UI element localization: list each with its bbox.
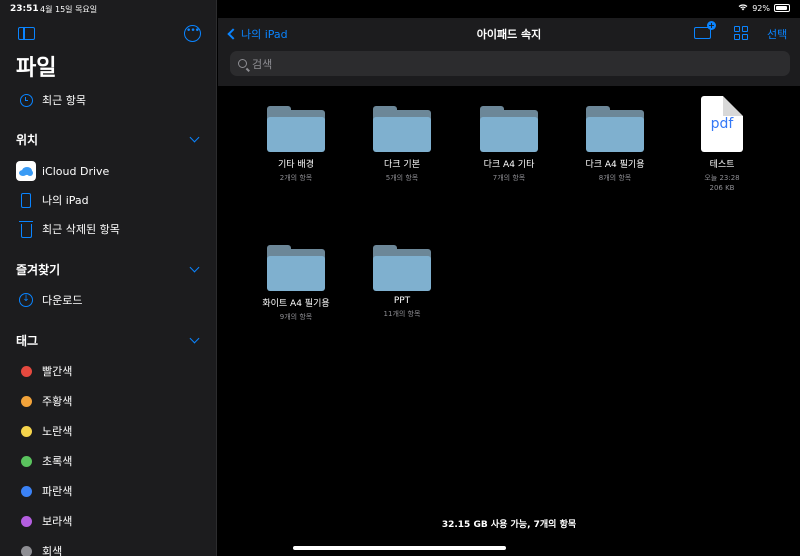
search-input[interactable]: 검색: [230, 51, 790, 76]
wifi-icon: [738, 3, 748, 13]
sidebar-item-recently-deleted[interactable]: 최근 삭제된 항목: [16, 219, 120, 239]
chevron-down-icon[interactable]: [189, 132, 200, 143]
new-folder-icon[interactable]: [694, 21, 716, 39]
folder-icon: [586, 106, 644, 152]
sidebar-item-tag[interactable]: 초록색: [16, 451, 72, 471]
sidebar-item-tag[interactable]: 빨간색: [16, 361, 72, 381]
sidebar-item-tag[interactable]: 파란색: [16, 481, 72, 501]
pdf-file-icon: pdf: [701, 96, 743, 152]
sidebar-item-downloads[interactable]: ↓ 다운로드: [16, 290, 82, 310]
battery-percent: 92%: [752, 3, 770, 13]
sidebar-item-tag[interactable]: 주황색: [16, 391, 72, 411]
item-date: 오늘 23:28: [704, 174, 740, 182]
item-count: 11개의 항목: [383, 310, 421, 318]
select-button[interactable]: 선택: [767, 26, 787, 42]
folder-item[interactable]: PPT 11개의 항목: [352, 245, 452, 319]
status-date: 4월 15일 목요일: [40, 5, 98, 14]
sidebar-item-label: 나의 iPad: [42, 194, 89, 207]
section-header-tags[interactable]: 태그: [16, 332, 38, 349]
storage-summary: 32.15 GB 사용 가능, 7개의 항목: [441, 520, 577, 530]
sidebar-item-tag[interactable]: 노란색: [16, 421, 72, 441]
grid-view-icon[interactable]: [734, 26, 748, 40]
folder-item[interactable]: 다크 A4 기타 7개의 항목: [459, 106, 559, 183]
item-name: PPT: [393, 296, 411, 306]
item-name: 테스트: [709, 160, 735, 170]
folder-item[interactable]: 화이트 A4 필기용 9개의 항목: [246, 245, 346, 322]
item-name: 다크 A4 필기용: [585, 160, 645, 170]
battery-icon: [774, 4, 790, 12]
download-icon: ↓: [19, 293, 33, 307]
sidebar-item-label: 주황색: [42, 395, 73, 408]
sidebar-item-tag[interactable]: 회색: [16, 541, 62, 556]
file-item[interactable]: pdf 테스트 오늘 23:28 206 KB: [672, 96, 772, 192]
item-count: 8개의 항목: [598, 174, 632, 182]
folder-icon: [373, 106, 431, 152]
section-header-favorites[interactable]: 즐겨찾기: [16, 261, 60, 278]
home-indicator[interactable]: [293, 546, 506, 550]
search-placeholder: 검색: [252, 57, 273, 71]
main-content: 92% 나의 iPad 아이패드 속지 선택 검색 기타 배경 2개의 항목 다…: [218, 0, 800, 556]
sidebar-item-my-ipad[interactable]: 나의 iPad: [16, 190, 89, 210]
folder-item[interactable]: 기타 배경 2개의 항목: [246, 106, 346, 183]
sidebar-item-label: iCloud Drive: [42, 164, 110, 178]
folder-item[interactable]: 다크 A4 필기용 8개의 항목: [565, 106, 665, 183]
sidebar-item-label: 초록색: [42, 455, 73, 468]
icloud-icon: [16, 161, 36, 181]
sidebar-item-label: 보라색: [42, 515, 73, 528]
search-icon: [238, 59, 247, 68]
sidebar-item-label: 회색: [42, 545, 63, 556]
folder-icon: [480, 106, 538, 152]
tag-color-dot: [20, 425, 32, 437]
folder-icon: [267, 106, 325, 152]
item-name: 화이트 A4 필기용: [262, 299, 330, 309]
sidebar: 23:51 4월 15일 목요일 ••• 파일 최근 항목 위치 iCloud …: [0, 0, 217, 556]
ipad-icon: [21, 192, 31, 208]
status-indicators: 92%: [738, 3, 790, 13]
clock-icon: [19, 93, 33, 107]
tag-color-dot: [20, 485, 32, 497]
sidebar-item-label: 다운로드: [42, 294, 83, 307]
sidebar-toggle-icon[interactable]: [18, 27, 35, 40]
item-count: 2개의 항목: [279, 174, 313, 182]
item-size: 206 KB: [709, 184, 735, 192]
sidebar-item-recents[interactable]: 최근 항목: [16, 90, 86, 110]
item-count: 5개의 항목: [385, 174, 419, 182]
tag-color-dot: [20, 545, 32, 556]
more-options-icon[interactable]: •••: [184, 25, 201, 42]
chevron-down-icon[interactable]: [189, 333, 200, 344]
folder-icon: [267, 245, 325, 291]
tag-color-dot: [20, 455, 32, 467]
item-name: 다크 기본: [384, 160, 420, 170]
item-name: 기타 배경: [278, 160, 314, 170]
section-header-locations[interactable]: 위치: [16, 131, 38, 148]
sidebar-item-tag[interactable]: 보라색: [16, 511, 72, 531]
sidebar-item-label: 최근 항목: [42, 94, 86, 107]
item-count: 7개의 항목: [492, 174, 526, 182]
sidebar-item-label: 파란색: [42, 485, 73, 498]
tag-color-dot: [20, 365, 32, 377]
navigation-bar: 나의 iPad 아이패드 속지 선택 검색: [218, 18, 800, 86]
folder-icon: [373, 245, 431, 291]
sidebar-item-icloud[interactable]: iCloud Drive: [16, 161, 109, 181]
sidebar-item-label: 빨간색: [42, 365, 73, 378]
tag-color-dot: [20, 515, 32, 527]
item-name: 다크 A4 기타: [483, 160, 535, 170]
tag-color-dot: [20, 395, 32, 407]
folder-item[interactable]: 다크 기본 5개의 항목: [352, 106, 452, 183]
page-title: 파일: [16, 56, 57, 81]
sidebar-item-label: 노란색: [42, 425, 73, 438]
trash-icon: [18, 220, 33, 238]
status-time: 23:51: [10, 4, 39, 14]
item-count: 9개의 항목: [279, 313, 313, 321]
sidebar-item-label: 최근 삭제된 항목: [42, 223, 120, 236]
chevron-down-icon[interactable]: [189, 262, 200, 273]
